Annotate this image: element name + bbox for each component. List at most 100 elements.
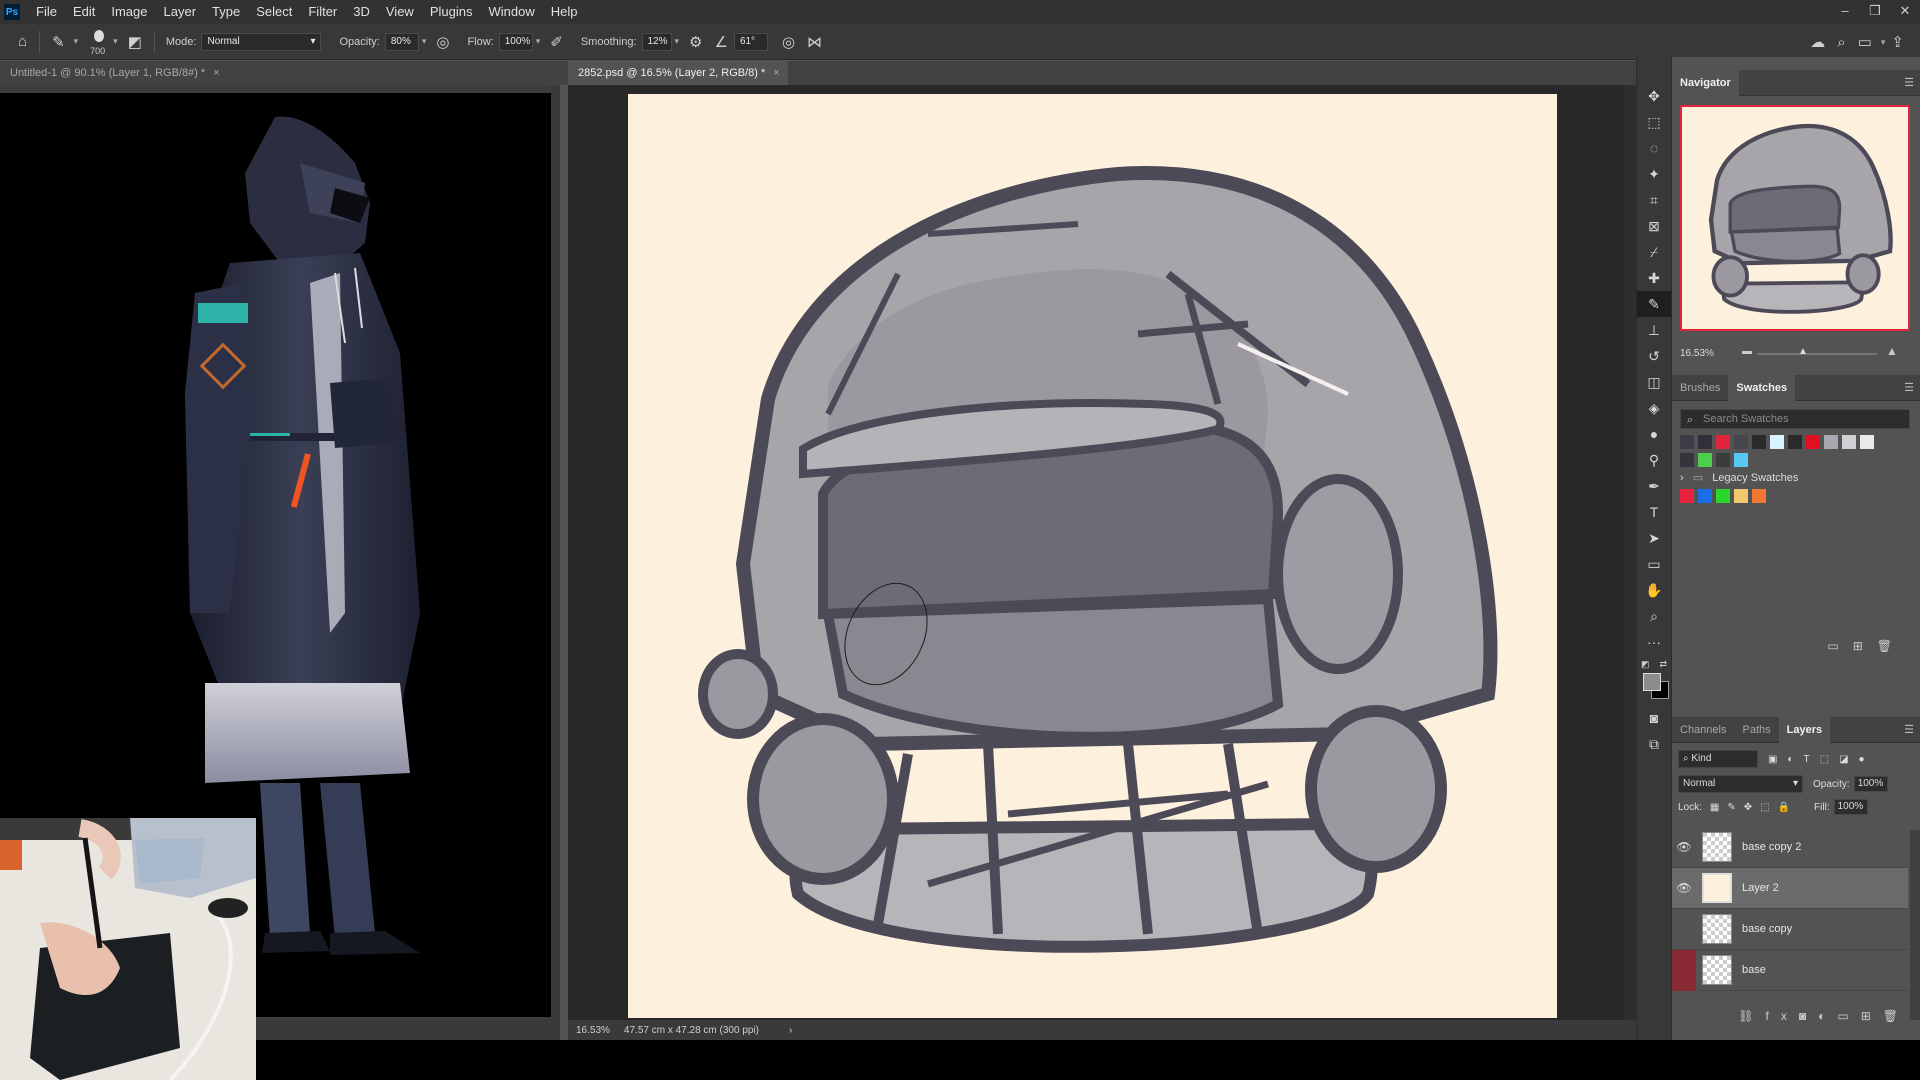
menu-plugins[interactable]: Plugins — [422, 0, 481, 24]
chevron-down-icon[interactable]: ▾ — [422, 36, 427, 47]
panel-menu-icon[interactable]: ☰ — [1904, 723, 1914, 736]
visibility-eye-icon[interactable]: 👁 — [1672, 868, 1696, 909]
smart-object-filter-icon[interactable]: ◪ — [1839, 754, 1848, 765]
symmetry-icon[interactable]: ⋈ — [807, 33, 822, 51]
legacy-swatches-group[interactable]: › ▭ Legacy Swatches — [1680, 471, 1798, 484]
share-icon[interactable]: ⇪ — [1891, 33, 1904, 51]
color-swatch[interactable] — [1698, 489, 1712, 503]
tab-2852-psd[interactable]: 2852.psd @ 16.5% (Layer 2, RGB/8) * × — [568, 61, 788, 85]
more-tools-icon[interactable]: ··· — [1637, 629, 1671, 655]
color-swatch[interactable] — [1698, 453, 1712, 467]
search-icon[interactable]: ⌕ — [1837, 34, 1845, 51]
visibility-eye-icon[interactable]: 👁 — [1672, 827, 1696, 868]
lasso-tool-icon[interactable]: ◌ — [1637, 135, 1671, 161]
trash-icon[interactable]: 🗑 — [1883, 1009, 1910, 1023]
blend-mode-select[interactable]: Normal ▾ — [1678, 775, 1803, 793]
color-swatch[interactable] — [1716, 453, 1730, 467]
visibility-toggle[interactable] — [1672, 949, 1696, 991]
menu-image[interactable]: Image — [103, 0, 155, 24]
pressure-opacity-icon[interactable]: ◎ — [436, 33, 449, 51]
tab-channels[interactable]: Channels — [1672, 717, 1734, 743]
dodge-tool-icon[interactable]: ⚲ — [1637, 447, 1671, 473]
brush-tool-icon[interactable]: ✎ — [52, 33, 65, 51]
brush-tool-icon[interactable]: ✎ — [1637, 291, 1671, 317]
brush-settings-icon[interactable]: ◩ — [128, 33, 142, 51]
menu-select[interactable]: Select — [248, 0, 300, 24]
lock-artboard-icon[interactable]: ⬚ — [1760, 802, 1769, 813]
lock-position-icon[interactable]: ✥ — [1744, 802, 1752, 813]
path-selection-tool-icon[interactable]: ➤ — [1637, 525, 1671, 551]
menu-view[interactable]: View — [378, 0, 422, 24]
type-filter-icon[interactable]: T — [1804, 754, 1810, 765]
scrollbar[interactable] — [551, 85, 560, 1020]
color-swatch[interactable] — [1734, 453, 1748, 467]
airbrush-icon[interactable]: ✐ — [550, 33, 563, 51]
color-swatch[interactable] — [1860, 435, 1874, 449]
new-swatch-icon[interactable]: ⊞ — [1853, 639, 1877, 653]
mode-select[interactable]: Normal ▾ — [201, 32, 322, 51]
panel-menu-icon[interactable]: ☰ — [1904, 381, 1914, 394]
add-mask-icon[interactable]: ◙ — [1799, 1009, 1818, 1023]
color-swatch[interactable] — [1680, 453, 1694, 467]
zoom-tool-icon[interactable]: ⌕ — [1637, 603, 1671, 629]
adjustment-layer-icon[interactable]: ◐ — [1818, 1009, 1837, 1023]
color-swatch[interactable] — [1788, 435, 1802, 449]
lock-pixels-icon[interactable]: ✎ — [1727, 802, 1735, 813]
chevron-down-icon[interactable]: ▾ — [113, 36, 118, 47]
link-layers-icon[interactable]: ⛓ — [1738, 1009, 1765, 1023]
eyedropper-tool-icon[interactable]: ⌿ — [1637, 239, 1671, 265]
color-swatch[interactable] — [1824, 435, 1838, 449]
color-swatch[interactable] — [1716, 489, 1730, 503]
menu-edit[interactable]: Edit — [65, 0, 103, 24]
clone-stamp-tool-icon[interactable]: ⊥ — [1637, 317, 1671, 343]
panel-menu-icon[interactable]: ☰ — [1904, 76, 1914, 89]
type-tool-icon[interactable]: T — [1637, 499, 1671, 525]
zoom-readout[interactable]: 16.53% — [576, 1025, 610, 1036]
color-swatch[interactable] — [1734, 489, 1748, 503]
zoom-slider-thumb[interactable]: ▲ — [1798, 346, 1808, 357]
tab-brushes[interactable]: Brushes — [1672, 375, 1728, 401]
eraser-tool-icon[interactable]: ◫ — [1637, 369, 1671, 395]
screen-mode-icon[interactable]: ⧉ — [1637, 731, 1671, 757]
menu-3d[interactable]: 3D — [345, 0, 378, 24]
color-swatch[interactable] — [1752, 489, 1766, 503]
pixel-filter-icon[interactable]: ▣ — [1768, 754, 1777, 765]
history-brush-tool-icon[interactable]: ↺ — [1637, 343, 1671, 369]
navigator-preview[interactable] — [1680, 105, 1910, 331]
layer-row[interactable]: 👁 Layer 2 — [1672, 868, 1908, 909]
close-icon[interactable]: × — [213, 67, 219, 79]
swap-colors-icon[interactable]: ⇄ — [1659, 659, 1667, 670]
hand-tool-icon[interactable]: ✋ — [1637, 577, 1671, 603]
magic-wand-tool-icon[interactable]: ✦ — [1637, 161, 1671, 187]
color-swatch[interactable] — [1806, 435, 1820, 449]
tab-navigator[interactable]: Navigator — [1672, 69, 1739, 96]
frame-tool-icon[interactable]: ⊠ — [1637, 213, 1671, 239]
tab-paths[interactable]: Paths — [1734, 717, 1778, 743]
close-icon[interactable]: × — [773, 67, 779, 79]
new-group-icon[interactable]: ▭ — [1827, 639, 1852, 653]
layer-opacity-field[interactable]: 100% — [1853, 776, 1888, 792]
drawing-canvas[interactable] — [628, 94, 1557, 1018]
scrollbar[interactable] — [1624, 85, 1636, 1020]
scrollbar[interactable] — [1910, 830, 1920, 1020]
healing-brush-tool-icon[interactable]: ✚ — [1637, 265, 1671, 291]
lock-transparency-icon[interactable]: ▦ — [1710, 802, 1719, 813]
crop-tool-icon[interactable]: ⌗ — [1637, 187, 1671, 213]
menu-layer[interactable]: Layer — [156, 0, 205, 24]
pen-tool-icon[interactable]: ✒ — [1637, 473, 1671, 499]
home-icon[interactable]: ⌂ — [18, 33, 27, 50]
opacity-field[interactable]: 80% — [384, 32, 419, 51]
tab-untitled-1[interactable]: Untitled-1 @ 90.1% (Layer 1, RGB/8#) * × — [0, 61, 560, 85]
swatch-search-input[interactable]: ⌕ Search Swatches — [1680, 409, 1910, 429]
color-swatch[interactable] — [1770, 435, 1784, 449]
color-swatch[interactable] — [1734, 435, 1748, 449]
color-swatch[interactable] — [1842, 435, 1856, 449]
flow-field[interactable]: 100% — [498, 32, 533, 51]
layer-row[interactable]: 👁 base copy 2 — [1672, 827, 1908, 868]
foreground-color-swatch[interactable] — [1643, 673, 1661, 691]
new-group-icon[interactable]: ▭ — [1837, 1009, 1860, 1023]
quick-mask-icon[interactable]: ◙ — [1637, 705, 1671, 731]
chevron-down-icon[interactable]: ▾ — [1881, 37, 1886, 48]
close-icon[interactable]: ✕ — [1890, 0, 1920, 24]
blur-tool-icon[interactable]: ● — [1637, 421, 1671, 447]
